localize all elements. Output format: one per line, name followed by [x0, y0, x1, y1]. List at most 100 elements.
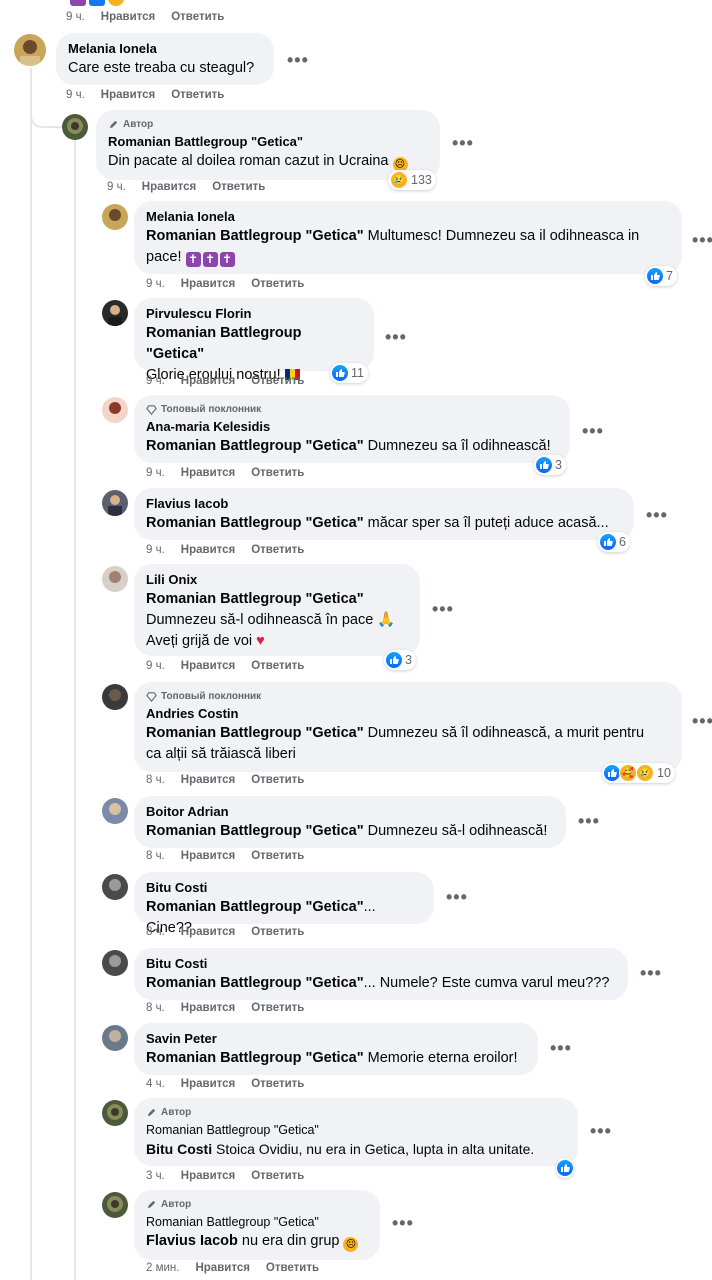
reaction-count[interactable] [556, 1158, 574, 1178]
avatar[interactable] [14, 34, 46, 66]
avatar[interactable] [102, 397, 128, 423]
like-link[interactable]: Нравится [195, 1262, 249, 1274]
like-link[interactable]: Нравится [101, 89, 155, 101]
comment-author[interactable]: Boitor Adrian [146, 803, 554, 821]
avatar[interactable] [102, 1192, 128, 1218]
like-link[interactable]: Нравится [181, 660, 235, 672]
more-options-icon[interactable]: ••• [392, 1214, 414, 1232]
like-link[interactable]: Нравится [181, 926, 235, 938]
like-link[interactable]: Нравится [101, 11, 155, 23]
comment-author[interactable]: Melania Ionela [146, 208, 670, 226]
reaction-count[interactable]: 3 [534, 455, 566, 475]
reply-link[interactable]: Ответить [251, 1170, 304, 1182]
more-options-icon[interactable]: ••• [646, 506, 668, 524]
mention-link[interactable]: Romanian Battlegroup "Getica" [146, 438, 364, 454]
reaction-count[interactable]: 7 [645, 266, 677, 286]
reply-link[interactable]: Ответить [251, 375, 304, 387]
comment-time: 9 ч. [146, 660, 165, 672]
comment-author[interactable]: Bitu Costi [146, 879, 422, 897]
more-options-icon[interactable]: ••• [452, 134, 474, 152]
more-options-icon[interactable]: ••• [385, 328, 407, 346]
avatar[interactable] [62, 114, 88, 140]
more-options-icon[interactable]: ••• [550, 1039, 572, 1057]
reply-link[interactable]: Ответить [171, 11, 224, 23]
more-options-icon[interactable]: ••• [446, 888, 468, 906]
comment-author[interactable]: Pirvulescu Florin [146, 305, 362, 323]
mention-link[interactable]: Romanian Battlegroup "Getica" [146, 823, 364, 839]
reply-link[interactable]: Ответить [251, 850, 304, 862]
avatar[interactable] [102, 798, 128, 824]
more-options-icon[interactable]: ••• [578, 812, 600, 830]
like-link[interactable]: Нравится [181, 544, 235, 556]
reply-link[interactable]: Ответить [251, 660, 304, 672]
more-options-icon[interactable]: ••• [432, 600, 454, 618]
more-options-icon[interactable]: ••• [692, 712, 712, 730]
reaction-count[interactable]: 6 [598, 532, 630, 552]
avatar[interactable] [102, 874, 128, 900]
like-link[interactable]: Нравится [181, 1170, 235, 1182]
reply-link[interactable]: Ответить [251, 467, 304, 479]
avatar[interactable] [102, 204, 128, 230]
avatar[interactable] [102, 684, 128, 710]
more-options-icon[interactable]: ••• [582, 422, 604, 440]
reply-link[interactable]: Ответить [251, 774, 304, 786]
reaction-count[interactable]: 😢 133 [388, 170, 436, 190]
avatar[interactable] [102, 490, 128, 516]
comment-author[interactable]: Flavius Iacob [146, 495, 622, 513]
reaction-count-value: 7 [666, 269, 673, 283]
more-options-icon[interactable]: ••• [590, 1122, 612, 1140]
avatar[interactable] [102, 1025, 128, 1051]
more-options-icon[interactable]: ••• [640, 964, 662, 982]
reply-link[interactable]: Ответить [212, 181, 265, 193]
like-link[interactable]: Нравится [181, 467, 235, 479]
mention-link[interactable]: Romanian Battlegroup "Getica" [146, 899, 364, 915]
mention-link[interactable]: Romanian Battlegroup "Getica" [146, 1050, 364, 1066]
like-link[interactable]: Нравится [181, 774, 235, 786]
mention-link[interactable]: Romanian Battlegroup "Getica" [146, 325, 301, 362]
like-link[interactable]: Нравится [181, 1002, 235, 1014]
like-link[interactable]: Нравится [181, 278, 235, 290]
like-link[interactable]: Нравится [181, 850, 235, 862]
like-link[interactable]: Нравится [181, 1078, 235, 1090]
reaction-count[interactable]: 3 [384, 650, 416, 670]
more-options-icon[interactable]: ••• [692, 231, 712, 249]
reaction-count[interactable]: 11 [330, 363, 368, 383]
mention-link[interactable]: Bitu Costi [146, 1141, 212, 1157]
comment-author[interactable]: Andries Costin [146, 705, 670, 723]
comment-author[interactable]: Romanian Battlegroup "Getica" [108, 133, 428, 151]
comment-author[interactable]: Romanian Battlegroup "Getica" [146, 1121, 566, 1139]
comment-author[interactable]: Romanian Battlegroup "Getica" [146, 1213, 368, 1231]
pencil-icon [147, 1200, 156, 1208]
reaction-count[interactable]: 🥰 😢 10 [602, 763, 675, 783]
mention-link[interactable]: Romanian Battlegroup "Getica" [146, 515, 364, 531]
comment-author[interactable]: Lili Onix [146, 571, 408, 589]
comment-author[interactable]: Ana-maria Kelesidis [146, 418, 558, 436]
reply-link[interactable]: Ответить [266, 1262, 319, 1274]
comment-meta: 9 ч. Нравится Ответить [146, 467, 304, 479]
reply-link[interactable]: Ответить [251, 278, 304, 290]
comment-author[interactable]: Savin Peter [146, 1030, 526, 1048]
reply-link[interactable]: Ответить [251, 544, 304, 556]
more-options-icon[interactable]: ••• [287, 51, 309, 69]
avatar[interactable] [102, 300, 128, 326]
avatar[interactable] [102, 950, 128, 976]
mention-link[interactable]: Flavius Iacob [146, 1233, 238, 1249]
reply-link[interactable]: Ответить [251, 926, 304, 938]
mention-link[interactable]: Romanian Battlegroup "Getica" [146, 228, 364, 244]
reply-link[interactable]: Ответить [251, 1078, 304, 1090]
avatar[interactable] [102, 566, 128, 592]
mention-link[interactable]: Romanian Battlegroup "Getica" [146, 591, 364, 607]
avatar[interactable] [102, 1100, 128, 1126]
like-link[interactable]: Нравится [142, 181, 196, 193]
diamond-icon [146, 691, 157, 702]
mention-link[interactable]: Romanian Battlegroup "Getica" [146, 725, 364, 741]
comment-author[interactable]: Bitu Costi [146, 955, 616, 973]
reply-link[interactable]: Ответить [251, 1002, 304, 1014]
like-link[interactable]: Нравится [181, 375, 235, 387]
reaction-count-value: 133 [411, 173, 432, 187]
comment-author[interactable]: Melania Ionela [68, 40, 262, 58]
comment-bubble: Автор Romanian Battlegroup "Getica" Bitu… [134, 1098, 578, 1166]
reply-link[interactable]: Ответить [171, 89, 224, 101]
mention-link[interactable]: Romanian Battlegroup "Getica" [146, 975, 364, 991]
author-badge: Автор [146, 1197, 368, 1211]
